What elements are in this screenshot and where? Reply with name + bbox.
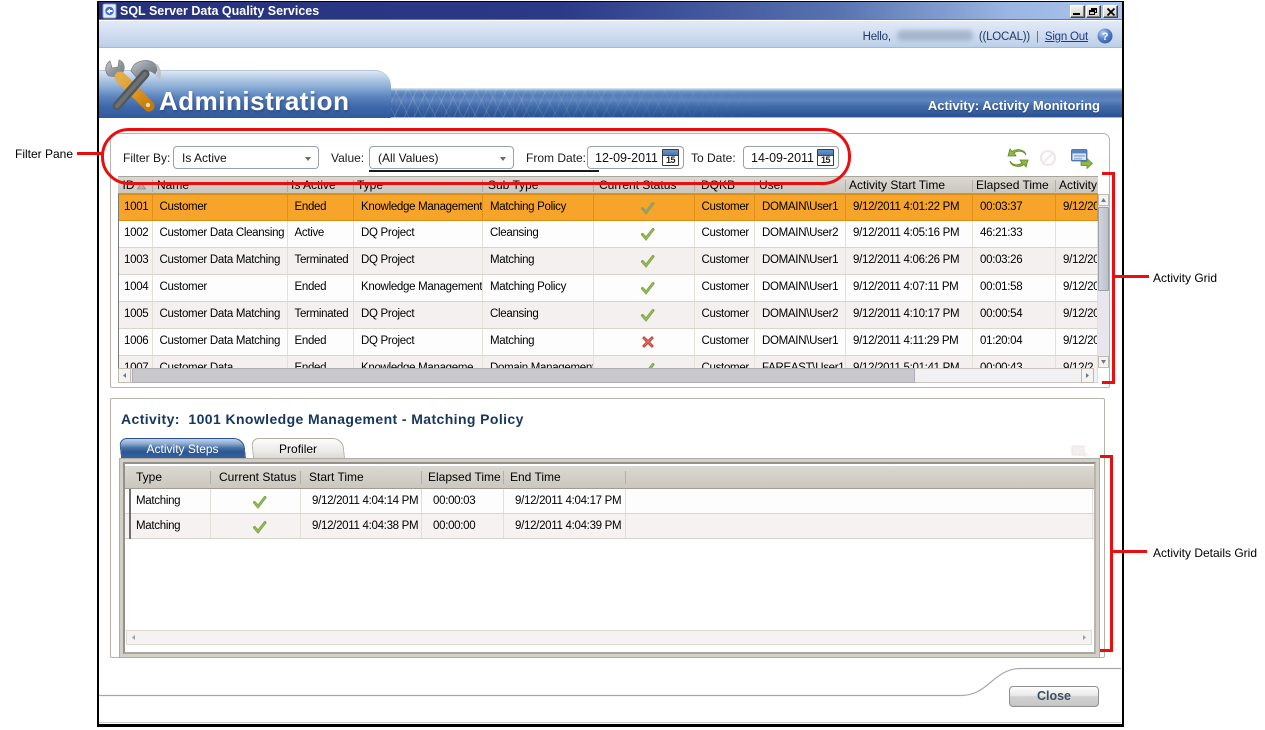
svg-text:?: ? bbox=[1102, 31, 1109, 43]
